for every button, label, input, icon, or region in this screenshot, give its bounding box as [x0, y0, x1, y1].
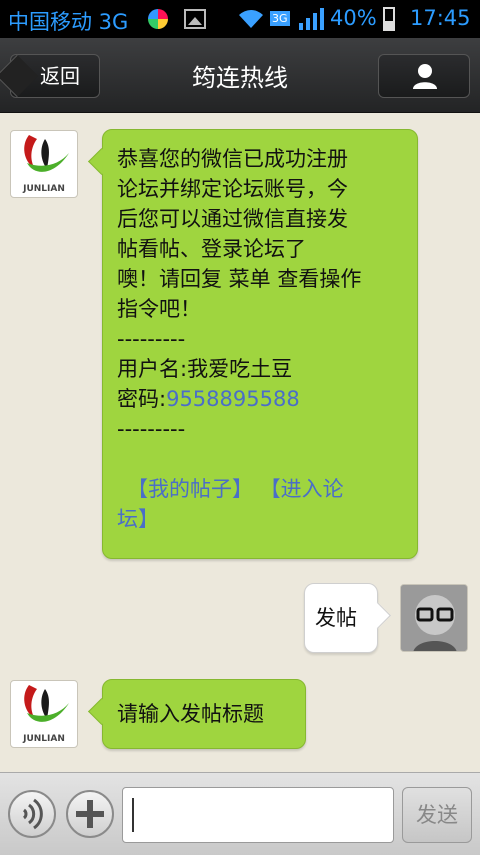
message-text: 发帖 [315, 606, 357, 630]
clock: 17:45 [410, 6, 471, 30]
add-attachment-button[interactable] [66, 790, 114, 838]
wifi-icon [239, 10, 263, 29]
app-notification-icon [148, 9, 168, 29]
sender-avatar[interactable]: JUNLIAN [10, 680, 78, 748]
voice-input-button[interactable] [8, 790, 56, 838]
forum-links-line[interactable]: 坛】 [117, 504, 403, 534]
gallery-notification-icon [184, 9, 206, 29]
logo-text: JUNLIAN [23, 734, 65, 744]
text-cursor [132, 798, 134, 832]
junlian-logo-icon [24, 135, 69, 172]
message-line: 论坛并绑定论坛账号，今 [117, 177, 348, 201]
message-divider: --------- [117, 327, 186, 351]
input-bar: 发送 [0, 772, 480, 855]
plus-icon [76, 800, 104, 828]
profile-button[interactable] [378, 54, 470, 98]
message-line: 帖看帖、登录论坛了 [117, 237, 306, 261]
password-phone-link[interactable]: 9558895588 [166, 387, 300, 411]
message-input[interactable] [122, 787, 394, 843]
username-line: 用户名:我爱吃土豆 [117, 357, 293, 381]
title-bar: 返回 筠连热线 [0, 38, 480, 113]
message-line: 噢！请回复 菜单 查看操作 [117, 267, 362, 291]
message-line: 指令吧！ [117, 297, 201, 321]
message-divider: --------- [117, 417, 186, 441]
send-button[interactable]: 发送 [402, 787, 472, 843]
network-type-badge: 3G [270, 11, 290, 26]
message-bubble[interactable]: 请输入发帖标题 [102, 679, 306, 749]
logo-text: JUNLIAN [23, 184, 65, 194]
voice-icon [22, 798, 43, 830]
carrier-label: 中国移动 3G [8, 10, 129, 34]
battery-percent: 40% [330, 6, 377, 30]
sender-avatar[interactable]: JUNLIAN [10, 130, 78, 198]
status-bar: 中国移动 3G 3G 40% 17:45 [0, 0, 480, 38]
message-text: 请输入发帖标题 [117, 702, 264, 726]
password-label: 密码: [117, 387, 167, 411]
user-photo-icon [401, 585, 467, 651]
signal-strength-icon [299, 8, 324, 30]
junlian-logo-icon [24, 685, 69, 722]
user-avatar[interactable] [400, 584, 468, 652]
battery-icon [383, 7, 395, 31]
user-icon [413, 64, 437, 89]
password-line: 密码:9558895588 [117, 384, 403, 414]
message-bubble[interactable]: 发帖 [304, 583, 378, 653]
chat-area[interactable]: JUNLIAN 恭喜您的微信已成功注册 论坛并绑定论坛账号，今 后您可以通过微信… [0, 112, 480, 772]
message-line: 恭喜您的微信已成功注册 [117, 147, 348, 171]
forum-links-line[interactable]: 【我的帖子】 【进入论 [117, 474, 403, 504]
message-bubble[interactable]: 恭喜您的微信已成功注册 论坛并绑定论坛账号，今 后您可以通过微信直接发 帖看帖、… [102, 129, 418, 559]
message-line: 后您可以通过微信直接发 [117, 207, 348, 231]
